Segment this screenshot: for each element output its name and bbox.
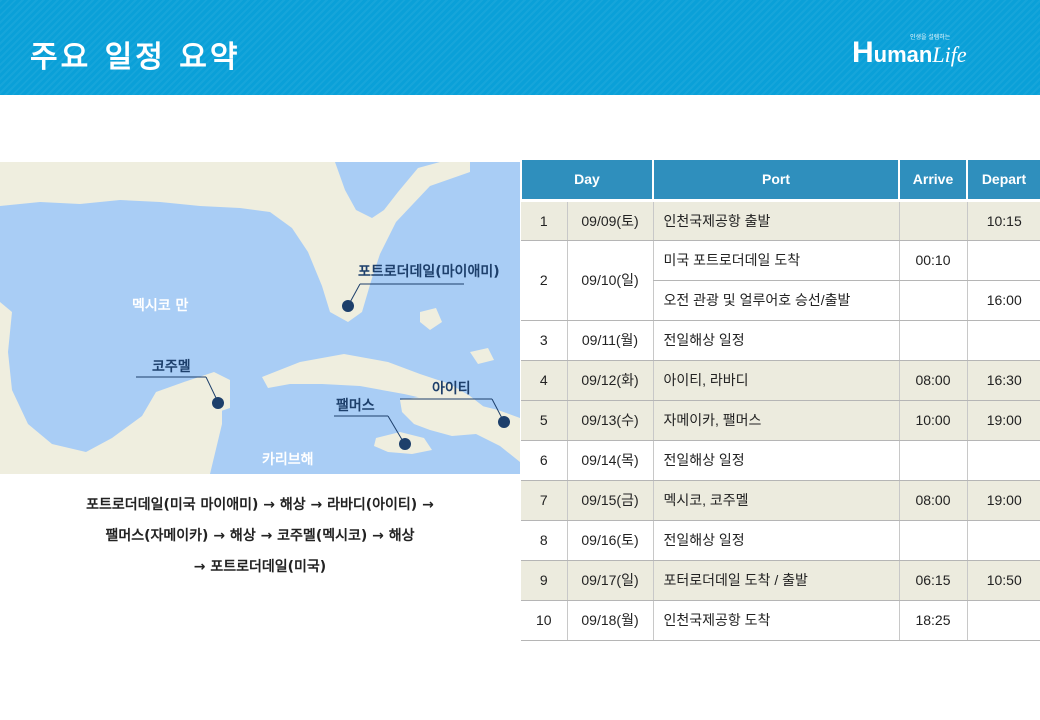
row-port: 전일해상 일정	[652, 440, 899, 481]
row-arrive: 06:15	[898, 560, 967, 601]
row-depart	[966, 520, 1040, 561]
row-depart: 16:00	[966, 280, 1040, 321]
row-no: 8	[521, 520, 567, 561]
marker-cozumel	[212, 397, 224, 409]
marker-falmouth	[399, 438, 411, 450]
label-caribbean-sea: 카리브해	[262, 452, 314, 468]
table-row: 2 09/10(일) 미국 포트로더데일 도착 00:10	[521, 240, 1040, 321]
row-depart	[966, 320, 1040, 361]
label-gulf-of-mexico: 멕시코 만	[132, 297, 189, 314]
label-falmouth: 팰머스	[336, 397, 375, 414]
row-arrive: 08:00	[898, 360, 967, 401]
row-arrive: 18:25	[898, 600, 967, 641]
row-depart	[966, 440, 1040, 481]
table-row: 9 09/17(일) 포터로더데일 도착 / 출발 06:15 10:50	[521, 560, 1040, 601]
row-no: 1	[521, 200, 567, 241]
row-date: 09/15(금)	[566, 480, 653, 521]
header-port: Port	[652, 160, 900, 202]
row-no: 10	[521, 600, 567, 641]
route-summary: 포트로더데일(미국 마이애미) → 해상 → 라바디(아이티) → 팰머스(자메…	[0, 490, 520, 583]
row-depart: 16:30	[966, 360, 1040, 401]
row-arrive	[898, 280, 967, 321]
table-row: 6 09/14(목) 전일해상 일정	[521, 440, 1040, 481]
row-port: 멕시코, 코주멜	[652, 480, 899, 521]
row-no: 3	[521, 320, 567, 361]
row-port: 아이티, 라바디	[652, 360, 899, 401]
itinerary-table-container: Day Port Arrive Depart 1 09/09(토) 인천국제공항…	[520, 160, 1040, 641]
logo-uman: uman	[873, 42, 933, 67]
row-no: 9	[521, 560, 567, 601]
row-port: 자메이카, 팰머스	[652, 400, 899, 441]
route-line-3: → 포트로더데일(미국)	[193, 559, 327, 575]
header-arrive: Arrive	[898, 160, 968, 202]
logo-wordmark: HumanLife	[852, 36, 967, 70]
row-date: 09/10(일)	[566, 240, 653, 321]
row-no: 2	[521, 240, 567, 321]
label-haiti: 아이티	[432, 380, 471, 397]
marker-haiti	[498, 416, 510, 428]
table-row: 7 09/15(금) 멕시코, 코주멜 08:00 19:00	[521, 480, 1040, 521]
label-cozumel: 코주멜	[152, 359, 191, 375]
row-port: 오전 관광 및 얼루어호 승선/출발	[652, 280, 899, 321]
row-arrive	[898, 320, 967, 361]
row-date: 09/09(토)	[566, 200, 653, 241]
route-line-1: 포트로더데일(미국 마이애미) → 해상 → 라바디(아이티) →	[86, 497, 434, 513]
table-header-row: Day Port Arrive Depart	[520, 160, 1040, 202]
row-port: 인천국제공항 도착	[652, 600, 899, 641]
row-no: 6	[521, 440, 567, 481]
caribbean-map: 멕시코 만 카리브해 포트로더데일(마이애미) 코주멜 팰머스 아이티	[0, 162, 520, 474]
row-depart	[966, 600, 1040, 641]
row-no: 4	[521, 360, 567, 401]
label-fort-lauderdale: 포트로더데일(마이애미)	[358, 263, 500, 280]
logo-h: H	[852, 36, 874, 69]
page-title: 주요 일정 요약	[30, 40, 241, 75]
table-row: 3 09/11(월) 전일해상 일정	[521, 320, 1040, 361]
row-depart: 10:50	[966, 560, 1040, 601]
header-depart: Depart	[966, 160, 1040, 202]
row-depart: 19:00	[966, 400, 1040, 441]
row-port: 전일해상 일정	[652, 320, 899, 361]
itinerary-table: Day Port Arrive Depart 1 09/09(토) 인천국제공항…	[520, 160, 1040, 641]
row-port: 포터로더데일 도착 / 출발	[652, 560, 899, 601]
row-date: 09/18(월)	[566, 600, 653, 641]
row-arrive: 10:00	[898, 400, 967, 441]
marker-fort-lauderdale	[342, 300, 354, 312]
row-arrive	[898, 200, 967, 241]
table-row: 1 09/09(토) 인천국제공항 출발 10:15	[521, 200, 1040, 241]
row-port: 전일해상 일정	[652, 520, 899, 561]
row-date: 09/12(화)	[566, 360, 653, 401]
human-life-logo: 인생을 설렘하는 HumanLife	[852, 32, 1002, 72]
row-depart: 10:15	[966, 200, 1040, 241]
row-port: 미국 포트로더데일 도착	[652, 240, 899, 281]
table-row: 8 09/16(토) 전일해상 일정	[521, 520, 1040, 561]
row-date: 09/11(월)	[566, 320, 653, 361]
table-row: 10 09/18(월) 인천국제공항 도착 18:25	[521, 600, 1040, 641]
row-port: 인천국제공항 출발	[652, 200, 899, 241]
row-depart	[966, 240, 1040, 281]
row-arrive: 00:10	[898, 240, 967, 281]
row-date: 09/16(토)	[566, 520, 653, 561]
table-row: 5 09/13(수) 자메이카, 팰머스 10:00 19:00	[521, 400, 1040, 441]
row-no: 5	[521, 400, 567, 441]
row-date: 09/17(일)	[566, 560, 653, 601]
route-line-2: 팰머스(자메이카) → 해상 → 코주멜(멕시코) → 해상	[105, 528, 415, 544]
header-day: Day	[520, 160, 654, 202]
row-arrive: 08:00	[898, 480, 967, 521]
row-date: 09/13(수)	[566, 400, 653, 441]
row-arrive	[898, 440, 967, 481]
table-row: 4 09/12(화) 아이티, 라바디 08:00 16:30	[521, 360, 1040, 401]
row-no: 7	[521, 480, 567, 521]
header-banner: 주요 일정 요약 인생을 설렘하는 HumanLife	[0, 0, 1040, 95]
row-arrive	[898, 520, 967, 561]
row-date: 09/14(목)	[566, 440, 653, 481]
row-depart: 19:00	[966, 480, 1040, 521]
logo-life: Life	[932, 42, 967, 67]
